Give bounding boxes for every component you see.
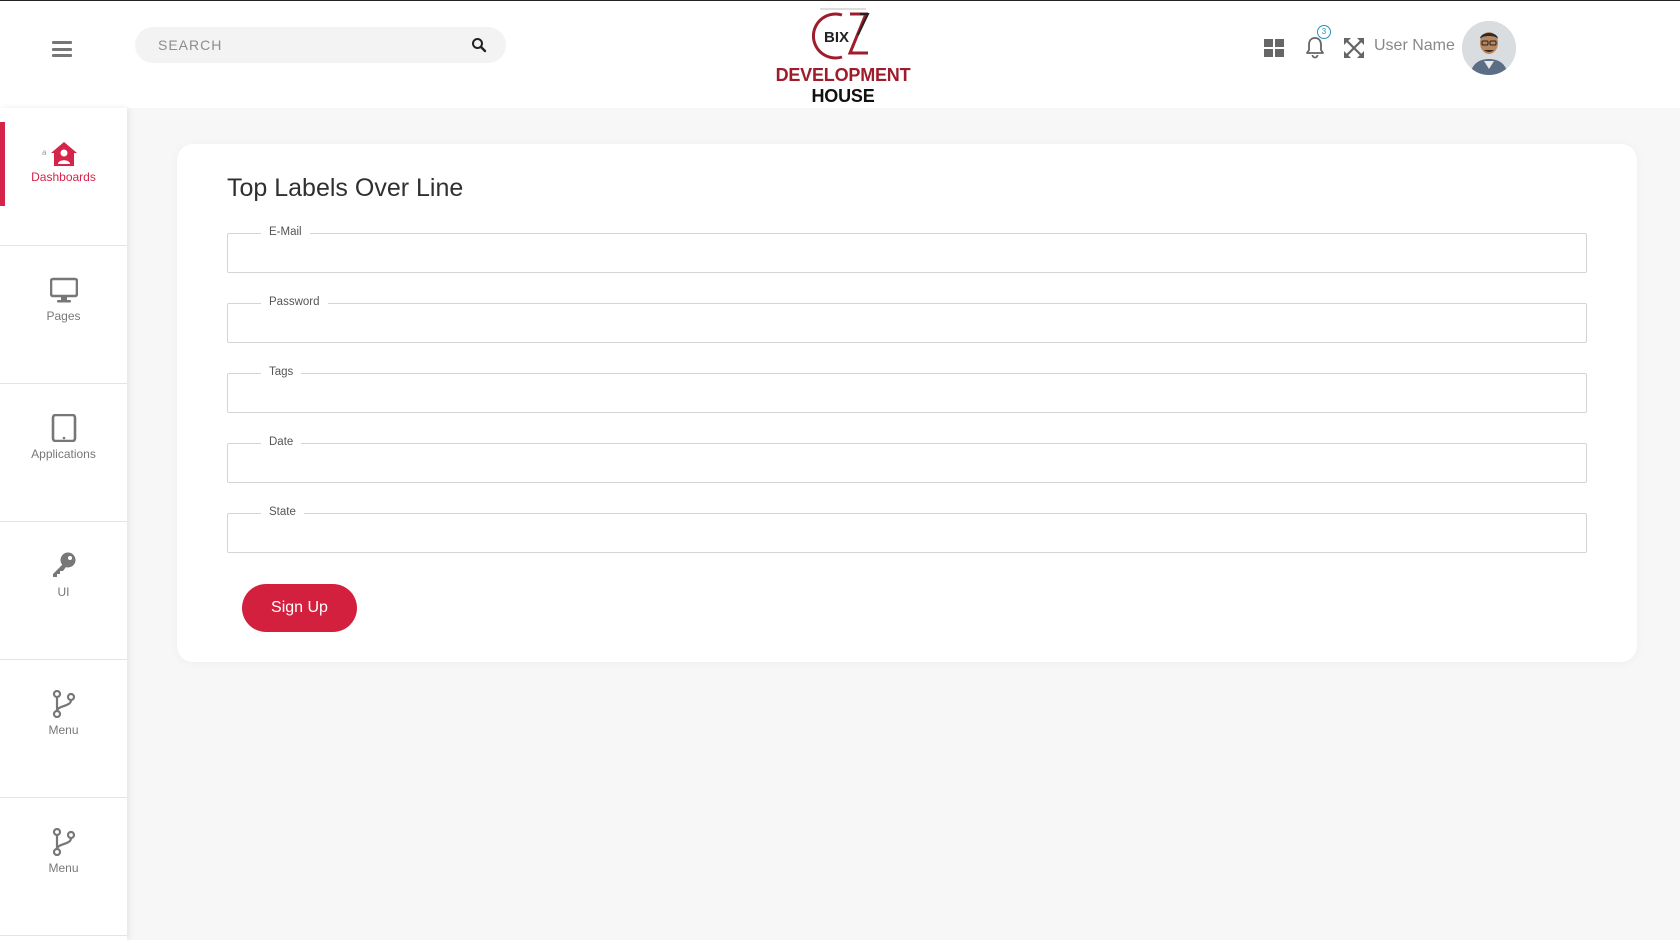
tags-field[interactable]	[228, 374, 1586, 412]
tags-field-group: Tags	[227, 366, 1587, 413]
hamburger-menu-icon[interactable]	[52, 41, 72, 57]
state-label: State	[261, 506, 304, 518]
apps-grid-icon[interactable]	[1264, 39, 1284, 57]
date-field[interactable]	[228, 444, 1586, 482]
password-field[interactable]	[228, 304, 1586, 342]
sidebar-item-menu[interactable]: Menu	[0, 660, 127, 798]
notification-count-badge: 3	[1317, 25, 1331, 39]
date-label: Date	[261, 436, 302, 448]
email-field-group: E-Mail	[227, 226, 1587, 273]
search-box	[135, 27, 506, 63]
branch-icon	[52, 828, 76, 856]
sidebar-item-label: UI	[57, 585, 70, 599]
top-bar: BIX DEVELOPMENT HOUSE 3 User Na	[0, 0, 1680, 108]
state-field[interactable]	[228, 514, 1586, 552]
tags-label: Tags	[261, 366, 302, 378]
page-title: Top Labels Over Line	[227, 174, 464, 202]
home-icon	[51, 142, 77, 166]
search-icon[interactable]	[471, 37, 487, 53]
branch-icon	[52, 690, 76, 718]
fullscreen-icon[interactable]	[1344, 38, 1364, 58]
sidebar-item-label: Dashboards	[31, 170, 96, 184]
form-card: Top Labels Over Line E-Mail Password Tag…	[177, 144, 1637, 662]
brand-logo[interactable]: BIX DEVELOPMENT HOUSE	[748, 7, 938, 106]
sidebar-item-label: Pages	[46, 309, 81, 323]
sidebar: a Dashboards Pages Applications UI Menu …	[0, 108, 127, 940]
sidebar-item-label: Menu	[48, 723, 79, 737]
sidebar-item-label: Applications	[31, 447, 96, 461]
sidebar-item-dashboards[interactable]: a Dashboards	[0, 108, 127, 246]
sidebar-small-mark: a	[42, 148, 47, 157]
monitor-icon	[50, 277, 78, 303]
tablet-icon	[51, 414, 77, 442]
search-input[interactable]	[158, 27, 458, 63]
logo-mark-icon: BIX	[811, 8, 870, 60]
logo-wordmark: DEVELOPMENT HOUSE	[748, 65, 938, 107]
state-field-group: State	[227, 506, 1587, 553]
email-field[interactable]	[228, 234, 1586, 272]
sign-up-button[interactable]: Sign Up	[242, 584, 357, 632]
sidebar-item-label: Menu	[48, 861, 79, 875]
logo-word-development: DEVELOPMENT	[775, 65, 911, 85]
user-name[interactable]: User Name	[1374, 37, 1455, 55]
sidebar-item-pages[interactable]: Pages	[0, 246, 127, 384]
sidebar-item-ui[interactable]: UI	[0, 522, 127, 660]
key-icon	[53, 552, 76, 577]
user-avatar[interactable]	[1462, 21, 1516, 75]
logo-word-house: HOUSE	[811, 86, 875, 106]
email-label: E-Mail	[261, 226, 310, 238]
sidebar-item-applications[interactable]: Applications	[0, 384, 127, 522]
avatar-person-icon	[1462, 21, 1516, 75]
sidebar-item-menu-2[interactable]: Menu	[0, 798, 127, 936]
date-field-group: Date	[227, 436, 1587, 483]
password-label: Password	[261, 296, 328, 308]
password-field-group: Password	[227, 296, 1587, 343]
logo-mark-text: BIX	[824, 29, 849, 46]
